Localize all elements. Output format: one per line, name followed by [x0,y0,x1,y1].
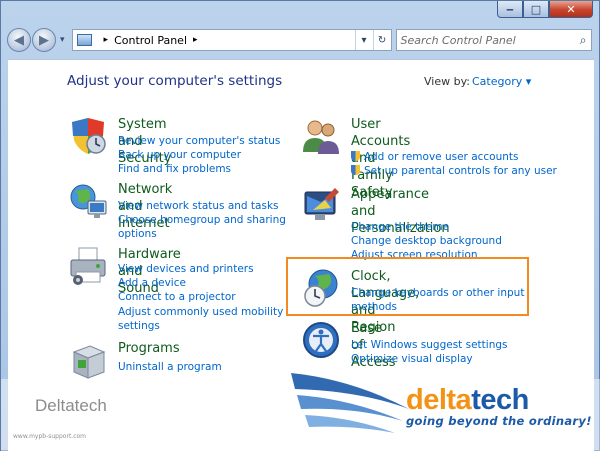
ease-of-access-icon [303,322,339,358]
maximize-button[interactable]: □ [523,1,549,18]
users-icon [303,120,339,154]
minimize-button[interactable]: ‒ [497,1,523,18]
link-devices-printers[interactable]: View devices and printers [118,262,283,276]
link-mobility[interactable]: Adjust commonly used mobility [118,305,283,319]
link-text[interactable]: Set up parental controls for any user [364,165,557,177]
link-add-device[interactable]: Add a device [118,276,283,290]
deltatech-logo: deltatech [406,384,529,417]
link-find-fix[interactable]: Find and fix problems [118,162,280,176]
back-arrow-icon: ◀ [14,32,24,48]
deltatech-swoosh-icon [291,373,409,433]
breadcrumb-control-panel[interactable]: Control Panel [114,34,187,47]
breadcrumb-separator-icon[interactable]: ▸ [104,35,109,45]
address-bar[interactable]: ▸ Control Panel ▸ ▾ ↻ [71,29,392,51]
link-add-remove-accounts[interactable]: Add or remove user accounts [351,150,557,164]
link-parental-controls[interactable]: Set up parental controls for any user [351,164,557,178]
link-change-theme[interactable]: Change the theme [351,220,502,234]
link-projector[interactable]: Connect to a projector [118,290,283,304]
refresh-icon[interactable]: ↻ [372,30,391,50]
printer-icon [70,247,106,285]
link-back-up[interactable]: Back up your computer [118,148,280,162]
uac-shield-icon [351,165,360,176]
uac-shield-icon [351,151,360,161]
page-title: Adjust your computer's settings [67,73,283,89]
title-line[interactable]: Appearance and [351,186,450,220]
link-uninstall[interactable]: Uninstall a program [118,360,222,374]
logo-part: tech [471,384,529,416]
link-network-status[interactable]: View network status and tasks [118,199,286,213]
network-globe-icon [70,184,107,218]
view-by-dropdown[interactable]: Category ▾ [472,75,531,88]
forward-button[interactable]: ▶ [32,28,56,52]
system-security-shield-icon [72,118,106,154]
recent-pages-button[interactable]: ▾ [60,35,65,45]
address-dropdown-icon[interactable]: ▾ [354,30,373,50]
link-desktop-background[interactable]: Change desktop background [351,234,502,248]
link-homegroup-cont[interactable]: options [118,227,286,241]
search-icon[interactable]: ⌕ [580,33,587,48]
programs-box-icon [72,345,106,379]
link-homegroup[interactable]: Choose homegroup and sharing [118,213,286,227]
control-panel-window: ‒ □ ✕ ◀ ▶ ▾ ▸ Control Panel ▸ ▾ ↻ Search… [0,0,600,451]
logo-part: delta [406,384,472,416]
highlight-box [286,257,529,316]
link-text[interactable]: Add or remove user accounts [364,151,519,163]
watermark-text: Deltatech [35,396,107,415]
watermark-url: www.mypb-support.com [13,433,87,440]
forward-arrow-icon: ▶ [39,32,49,48]
close-button[interactable]: ✕ [549,1,593,18]
link-mobility-cont[interactable]: settings [118,319,283,333]
search-input[interactable]: Search Control Panel ⌕ [395,29,592,51]
search-placeholder: Search Control Panel [400,33,516,47]
link-windows-suggest[interactable]: Let Windows suggest settings [351,338,508,352]
view-by-label: View by: [424,75,470,88]
deltatech-tagline: going beyond the ordinary! [406,414,592,428]
breadcrumb-separator-icon[interactable]: ▸ [193,35,198,45]
appearance-monitor-icon [304,188,339,220]
back-button[interactable]: ◀ [7,28,31,52]
control-panel-icon [76,34,92,46]
category-title[interactable]: Programs [118,340,180,357]
window-controls: ‒ □ ✕ [497,1,593,18]
navigation-bar: ◀ ▶ ▾ ▸ Control Panel ▸ ▾ ↻ Search Contr… [7,25,595,55]
link-review-status[interactable]: Review your computer's status [118,134,280,148]
